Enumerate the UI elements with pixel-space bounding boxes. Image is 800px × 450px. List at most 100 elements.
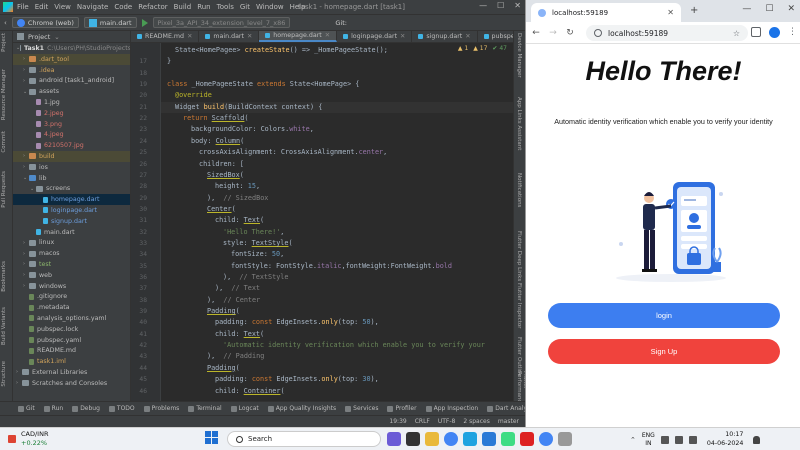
browser-tab[interactable]: localhost:59189 ✕ <box>531 3 681 22</box>
editor-tab[interactable]: signup.dart ✕ <box>412 31 478 42</box>
tool-window-problems[interactable]: Problems <box>143 405 179 412</box>
notification-bell-icon[interactable] <box>753 435 761 444</box>
tree-item[interactable]: 2.jpeg <box>13 108 130 119</box>
battery-icon[interactable] <box>688 435 697 444</box>
login-button[interactable]: login <box>548 303 780 328</box>
close-tab-icon[interactable]: ✕ <box>667 8 674 17</box>
close-tab-icon[interactable]: ✕ <box>400 33 405 40</box>
close-tab-icon[interactable]: ✕ <box>325 32 330 39</box>
tree-item[interactable]: 1.jpg <box>13 97 130 108</box>
tree-item[interactable]: task1.iml <box>13 356 130 367</box>
tree-item[interactable]: analysis_options.yaml <box>13 313 130 324</box>
nav-back-icon[interactable]: ‹ <box>4 19 7 27</box>
wifi-icon[interactable] <box>660 435 669 444</box>
close-tab-icon[interactable]: ✕ <box>465 33 470 40</box>
emulator-selector[interactable]: Pixel_3a_API_34_extension_level_7_x86 <box>152 17 291 28</box>
tool-window-terminal[interactable]: Terminal <box>188 405 222 412</box>
volume-icon[interactable] <box>674 435 683 444</box>
menu-item-navigate[interactable]: Navigate <box>77 3 108 11</box>
windows-start-icon[interactable] <box>205 431 218 444</box>
android-studio-icon[interactable] <box>501 432 515 446</box>
right-tool-flutter-inspector[interactable]: Flutter Inspector <box>516 283 522 329</box>
tree-item[interactable]: main.dart <box>13 227 130 238</box>
menu-item-build[interactable]: Build <box>174 3 192 11</box>
tree-item[interactable]: › .dart_tool <box>13 54 130 65</box>
tree-item[interactable]: 4.jpeg <box>13 130 130 141</box>
tree-item[interactable]: › android [task1_android] <box>13 76 130 87</box>
close-tab-icon[interactable]: ✕ <box>187 33 192 40</box>
edge-icon[interactable] <box>463 432 477 446</box>
tree-item[interactable]: pubspec.lock <box>13 324 130 335</box>
menu-dots-icon[interactable]: ⋮ <box>788 27 797 38</box>
signup-button[interactable]: Sign Up <box>548 339 780 364</box>
tree-item[interactable]: › web <box>13 270 130 281</box>
run-config-selector[interactable]: main.dart <box>83 17 137 28</box>
tree-item[interactable]: › macos <box>13 248 130 259</box>
menu-item-tools[interactable]: Tools <box>217 3 234 11</box>
menu-item-window[interactable]: Window <box>256 3 284 11</box>
right-tool-notifications[interactable]: Notifications <box>516 173 522 207</box>
chevron-down-icon[interactable]: ⌄ <box>54 33 59 41</box>
copilot-icon[interactable] <box>387 432 401 446</box>
tree-item[interactable]: 3.png <box>13 119 130 130</box>
extensions-icon[interactable] <box>751 27 761 37</box>
tool-window-profiler[interactable]: Profiler <box>387 405 417 412</box>
close-icon[interactable]: ✕ <box>514 1 521 10</box>
menu-item-git[interactable]: Git <box>240 3 250 11</box>
tree-item[interactable]: › .idea <box>13 65 130 76</box>
tree-item[interactable]: signup.dart <box>13 216 130 227</box>
task-view-icon[interactable] <box>406 432 420 446</box>
left-tool-pull-requests[interactable]: Pull Requests <box>1 171 7 208</box>
chrome-secondary-icon[interactable] <box>539 432 553 446</box>
address-bar[interactable]: localhost:59189 ☆ <box>586 25 748 41</box>
currency-widget[interactable]: CAD/INR +0.22% <box>8 430 48 448</box>
language-indicator[interactable]: ENG IN <box>642 432 655 448</box>
tree-item[interactable]: › External Libraries <box>13 367 130 378</box>
left-tool-project[interactable]: Project <box>1 33 7 52</box>
maximize-icon[interactable]: ☐ <box>765 4 773 14</box>
tree-item[interactable]: › Scratches and Consoles <box>13 378 130 389</box>
site-info-icon[interactable] <box>594 29 602 37</box>
menu-item-refactor[interactable]: Refactor <box>138 3 167 11</box>
mcafee-icon[interactable] <box>520 432 534 446</box>
back-arrow-icon[interactable]: ← <box>529 28 543 38</box>
vscode-icon[interactable] <box>482 432 496 446</box>
profile-avatar-icon[interactable] <box>769 27 780 38</box>
tree-item[interactable]: .metadata <box>13 302 130 313</box>
menu-item-edit[interactable]: Edit <box>35 3 49 11</box>
tree-item[interactable]: pubspec.yaml <box>13 335 130 346</box>
left-tool-structure[interactable]: Structure <box>1 361 7 387</box>
tool-window-logcat[interactable]: Logcat <box>230 405 259 412</box>
right-tool-flutter-deep-links[interactable]: Flutter Deep Links <box>516 231 522 281</box>
tree-item[interactable]: ⌄ assets <box>13 86 130 97</box>
menu-item-view[interactable]: View <box>54 3 71 11</box>
editor-tab[interactable]: main.dart ✕ <box>199 31 260 42</box>
close-icon[interactable]: ✕ <box>787 4 795 14</box>
menu-item-code[interactable]: Code <box>114 3 132 11</box>
editor-tab[interactable]: pubspecy✕ <box>478 31 513 42</box>
tree-item[interactable]: › build <box>13 151 130 162</box>
right-tool-device-manager[interactable]: Device Manager <box>516 33 522 78</box>
status-item[interactable]: 2 spaces <box>463 418 489 425</box>
reload-icon[interactable]: ↻ <box>563 28 577 38</box>
tree-item[interactable]: › linux <box>13 238 130 249</box>
tool-window-app-inspection[interactable]: App Inspection <box>425 405 478 412</box>
tree-item[interactable]: ⌄ screens <box>13 184 130 195</box>
device-selector[interactable]: Chrome (web) <box>11 17 79 28</box>
tool-window-todo[interactable]: TODO <box>108 405 135 412</box>
project-panel-title[interactable]: Project <box>28 33 50 41</box>
tree-item[interactable]: homepage.dart <box>13 194 130 205</box>
status-item[interactable]: master <box>498 418 519 425</box>
chrome-icon[interactable] <box>444 432 458 446</box>
tree-item[interactable]: README.md <box>13 346 130 357</box>
status-item[interactable]: CRLF <box>415 418 430 425</box>
tool-window-app-quality-insights[interactable]: App Quality Insights <box>267 405 336 412</box>
tree-root[interactable]: ⌄ Task1 C:\Users\PH\StudioProjects <box>13 43 130 54</box>
tree-item[interactable]: › test <box>13 259 130 270</box>
menu-item-run[interactable]: Run <box>197 3 210 11</box>
editor-tab[interactable]: homepage.dart ✕ <box>259 31 338 42</box>
run-icon[interactable] <box>141 18 148 27</box>
left-tool-bookmarks[interactable]: Bookmarks <box>1 261 7 292</box>
menu-item-file[interactable]: File <box>17 3 29 11</box>
chevron-up-icon[interactable]: ⌃ <box>630 436 636 444</box>
